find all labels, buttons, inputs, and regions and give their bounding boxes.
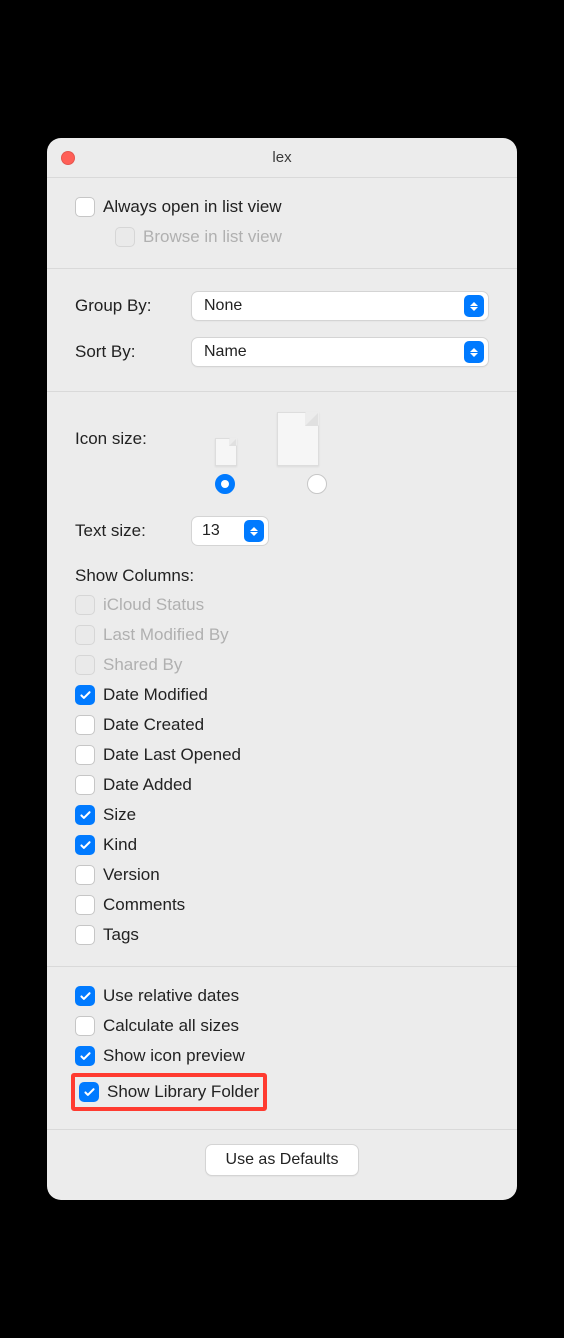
calc-sizes-row[interactable]: Calculate all sizes [75, 1011, 489, 1041]
column-checkbox[interactable] [75, 685, 95, 705]
icon-size-large-col [277, 412, 319, 466]
column-checkbox [75, 655, 95, 675]
icon-size-small-col [215, 438, 237, 466]
sort-by-row: Sort By: Name [75, 329, 489, 375]
section-group-sort: Group By: None Sort By: Name [47, 269, 517, 392]
column-checkbox[interactable] [75, 745, 95, 765]
icon-size-small-radio[interactable] [215, 474, 235, 494]
close-window-button[interactable] [61, 151, 75, 165]
column-row[interactable]: Version [75, 860, 489, 890]
columns-heading: Show Columns: [75, 566, 489, 586]
column-label: Kind [103, 835, 137, 855]
group-by-value: None [204, 297, 242, 315]
column-label: Date Modified [103, 685, 208, 705]
column-label: iCloud Status [103, 595, 204, 615]
group-by-row: Group By: None [75, 283, 489, 329]
browse-row: Browse in list view [115, 222, 489, 252]
group-by-label: Group By: [75, 296, 175, 316]
column-label: Last Modified By [103, 625, 229, 645]
column-checkbox[interactable] [75, 925, 95, 945]
sort-by-value: Name [204, 343, 247, 361]
column-row[interactable]: Size [75, 800, 489, 830]
column-checkbox [75, 595, 95, 615]
section-view-mode: Always open in list view Browse in list … [47, 178, 517, 269]
relative-dates-checkbox[interactable] [75, 986, 95, 1006]
column-label: Tags [103, 925, 139, 945]
text-size-value: 13 [202, 522, 220, 540]
column-checkbox[interactable] [75, 835, 95, 855]
browse-checkbox [115, 227, 135, 247]
column-row: Last Modified By [75, 620, 489, 650]
icon-size-label: Icon size: [75, 429, 175, 449]
library-folder-label: Show Library Folder [107, 1082, 259, 1102]
file-icon [277, 412, 319, 466]
file-icon [215, 438, 237, 466]
calc-sizes-label: Calculate all sizes [103, 1016, 239, 1036]
relative-dates-label: Use relative dates [103, 986, 239, 1006]
browse-label: Browse in list view [143, 227, 282, 247]
group-by-select[interactable]: None [191, 291, 489, 321]
column-row: Shared By [75, 650, 489, 680]
column-label: Date Last Opened [103, 745, 241, 765]
column-checkbox[interactable] [75, 805, 95, 825]
text-size-select[interactable]: 13 [191, 516, 269, 546]
column-row[interactable]: Date Last Opened [75, 740, 489, 770]
always-open-row[interactable]: Always open in list view [75, 192, 489, 222]
icon-preview-label: Show icon preview [103, 1046, 245, 1066]
column-row[interactable]: Comments [75, 890, 489, 920]
columns-list: iCloud Status Last Modified By Shared By Da… [75, 590, 489, 950]
text-size-row: Text size: 13 [75, 508, 489, 554]
icon-preview-row[interactable]: Show icon preview [75, 1041, 489, 1071]
column-label: Shared By [103, 655, 182, 675]
always-open-checkbox[interactable] [75, 197, 95, 217]
icon-size-large-radio[interactable] [307, 474, 327, 494]
view-options-window: lex Always open in list view Browse in l… [47, 138, 517, 1200]
column-label: Date Created [103, 715, 204, 735]
column-label: Comments [103, 895, 185, 915]
icon-size-radios [75, 474, 489, 494]
section-sizing-columns: Icon size: Text size: 13 Show Columns: i… [47, 392, 517, 967]
always-open-label: Always open in list view [103, 197, 282, 217]
library-folder-checkbox[interactable] [79, 1082, 99, 1102]
highlight-box: Show Library Folder [71, 1073, 267, 1111]
window-title: lex [47, 149, 517, 166]
column-checkbox[interactable] [75, 895, 95, 915]
section-options: Use relative dates Calculate all sizes S… [47, 967, 517, 1130]
icon-preview-checkbox[interactable] [75, 1046, 95, 1066]
use-as-defaults-button[interactable]: Use as Defaults [205, 1144, 360, 1176]
column-row[interactable]: Date Added [75, 770, 489, 800]
column-label: Version [103, 865, 160, 885]
column-row: iCloud Status [75, 590, 489, 620]
icon-size-row: Icon size: [75, 406, 489, 468]
chevron-updown-icon [464, 341, 484, 363]
column-row[interactable]: Kind [75, 830, 489, 860]
column-checkbox[interactable] [75, 775, 95, 795]
sort-by-label: Sort By: [75, 342, 175, 362]
chevron-updown-icon [244, 520, 264, 542]
chevron-updown-icon [464, 295, 484, 317]
sort-by-select[interactable]: Name [191, 337, 489, 367]
titlebar: lex [47, 138, 517, 178]
relative-dates-row[interactable]: Use relative dates [75, 981, 489, 1011]
column-row[interactable]: Date Modified [75, 680, 489, 710]
column-label: Size [103, 805, 136, 825]
column-label: Date Added [103, 775, 192, 795]
column-checkbox[interactable] [75, 865, 95, 885]
column-checkbox[interactable] [75, 715, 95, 735]
column-checkbox [75, 625, 95, 645]
calc-sizes-checkbox[interactable] [75, 1016, 95, 1036]
footer: Use as Defaults [47, 1130, 517, 1200]
library-folder-row[interactable]: Show Library Folder [79, 1079, 259, 1105]
column-row[interactable]: Date Created [75, 710, 489, 740]
text-size-label: Text size: [75, 521, 175, 541]
column-row[interactable]: Tags [75, 920, 489, 950]
